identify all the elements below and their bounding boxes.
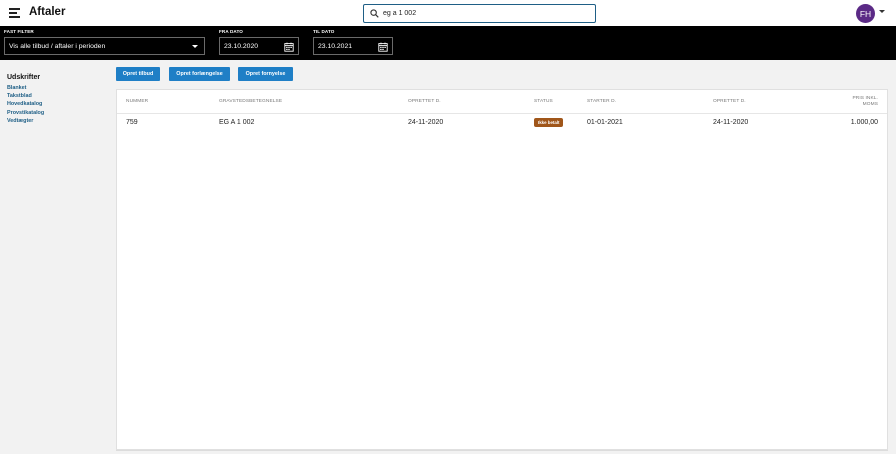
create-renewal-button[interactable]: Opret fornyelse bbox=[238, 67, 293, 81]
sidebar-title: Udskrifter bbox=[7, 74, 41, 81]
calendar-icon[interactable] bbox=[378, 42, 388, 52]
column-header-number[interactable]: NUMMER bbox=[126, 99, 148, 104]
dropdown-caret-icon bbox=[192, 45, 198, 48]
column-header-status[interactable]: STATUS bbox=[534, 99, 553, 104]
to-date-value: 23.10.2021 bbox=[318, 42, 353, 50]
menu-icon[interactable] bbox=[9, 8, 20, 18]
column-header-price[interactable]: PRIS INKL. MOMS bbox=[852, 96, 878, 108]
avatar[interactable]: FH bbox=[856, 4, 875, 23]
sidebar-item-hovedkatalog[interactable]: Hovedkatalog bbox=[7, 100, 44, 108]
column-header-grave[interactable]: GRAVSTEDSBETEGNELSE bbox=[219, 99, 282, 104]
sidebar-item-provstikatalog[interactable]: Provstikatalog bbox=[7, 109, 44, 117]
to-date-label: TIL DATO bbox=[313, 29, 335, 34]
from-date-label: FRA DATO bbox=[219, 29, 243, 34]
fast-filter-value: Vis alle tilbud / aftaler i perioden bbox=[9, 42, 106, 50]
search-box[interactable] bbox=[363, 4, 596, 23]
create-offer-button[interactable]: Opret tilbud bbox=[116, 67, 160, 81]
fast-filter-select[interactable]: Vis alle tilbud / aftaler i perioden bbox=[4, 37, 205, 55]
fast-filter-label: FAST FILTER bbox=[4, 29, 34, 34]
calendar-icon[interactable] bbox=[284, 42, 294, 52]
sidebar-item-vedtaegter[interactable]: Vedtægter bbox=[7, 117, 44, 125]
divider bbox=[116, 450, 888, 451]
cell-created: 24-11-2020 bbox=[408, 119, 444, 126]
cell-created-2: 24-11-2020 bbox=[713, 119, 749, 126]
header-divider bbox=[117, 113, 887, 114]
column-header-created-2[interactable]: OPRETTET D. bbox=[713, 99, 746, 104]
from-date-field[interactable]: 23.10.2020 bbox=[219, 37, 299, 55]
from-date-value: 23.10.2020 bbox=[224, 42, 259, 50]
column-header-price-line2: MOMS bbox=[862, 102, 878, 107]
search-input[interactable] bbox=[383, 10, 583, 17]
search-icon bbox=[370, 9, 379, 18]
cell-grave: EG A 1 002 bbox=[219, 119, 255, 126]
agreements-table: NUMMER GRAVSTEDSBETEGNELSE OPRETTET D. S… bbox=[116, 89, 888, 450]
top-app-bar: Aftaler FH bbox=[0, 0, 896, 26]
filter-bar: FAST FILTER Vis alle tilbud / aftaler i … bbox=[0, 26, 896, 60]
sidebar-item-blanket[interactable]: Blanket bbox=[7, 84, 44, 92]
page-title: Aftaler bbox=[29, 6, 66, 18]
column-header-created[interactable]: OPRETTET D. bbox=[408, 99, 441, 104]
sidebar-item-takstblad[interactable]: Takstblad bbox=[7, 92, 44, 100]
status-badge: Ikke betalt bbox=[534, 118, 564, 127]
sidebar-links: Blanket Takstblad Hovedkatalog Provstika… bbox=[7, 84, 44, 125]
cell-starts: 01-01-2021 bbox=[587, 119, 623, 126]
chevron-down-icon[interactable] bbox=[879, 10, 885, 13]
create-extension-button[interactable]: Opret forlængelse bbox=[169, 67, 230, 81]
column-header-starts[interactable]: STARTER D. bbox=[587, 99, 616, 104]
cell-price: 1.000,00 bbox=[850, 119, 878, 126]
to-date-field[interactable]: 23.10.2021 bbox=[313, 37, 393, 55]
cell-number: 759 bbox=[126, 119, 138, 126]
